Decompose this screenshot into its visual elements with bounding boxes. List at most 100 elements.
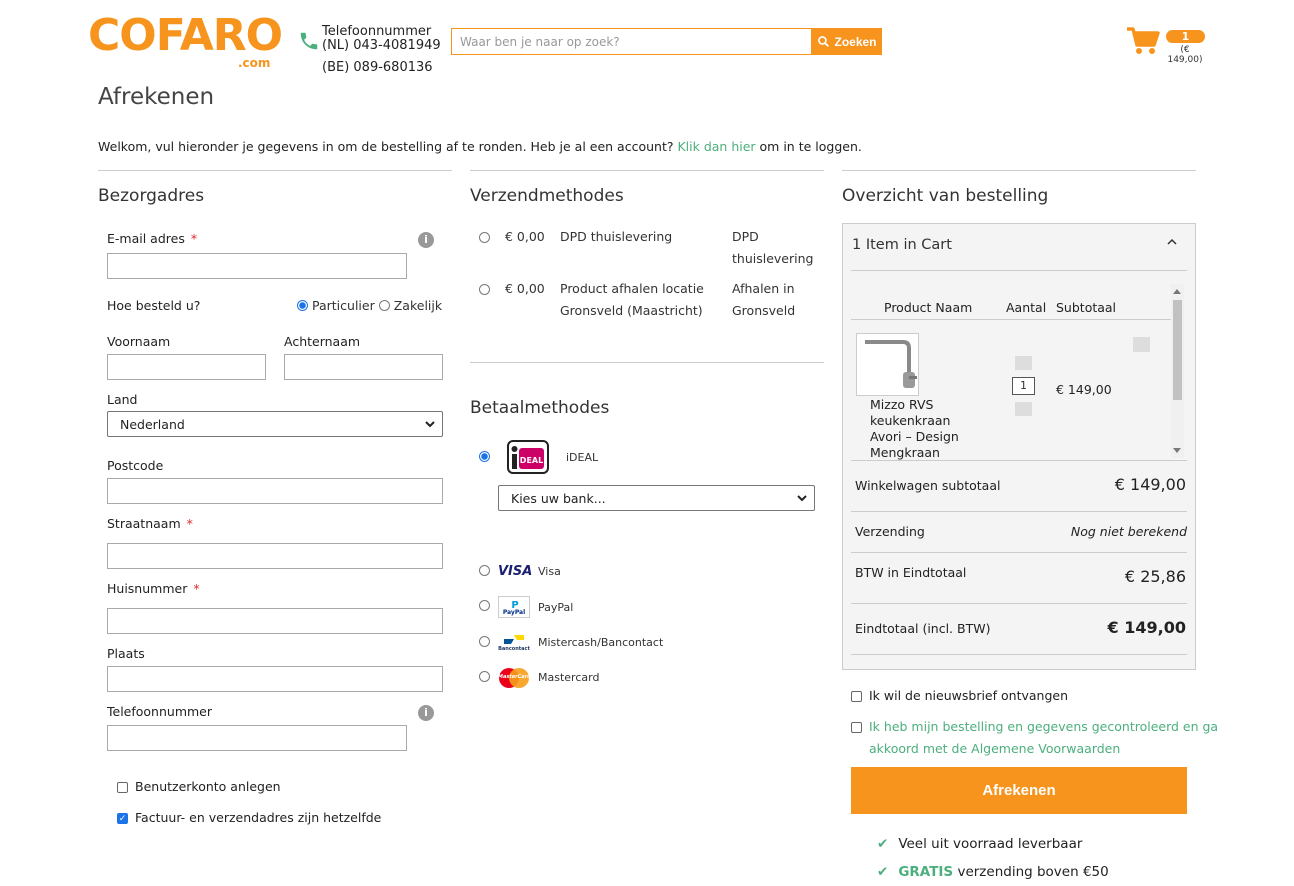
svg-text:DEAL: DEAL (520, 456, 543, 465)
search-button-label: Zoeken (834, 34, 877, 49)
newsletter-label[interactable]: Ik wil de nieuwsbrief ontvangen (869, 688, 1068, 703)
payment-bancontact-label[interactable]: Mistercash/Bancontact (538, 636, 663, 649)
same-address-checkbox[interactable]: ✓ (117, 813, 128, 824)
order-type-business-radio[interactable] (378, 300, 390, 311)
divider (851, 460, 1187, 461)
total-label: Eindtotaal (incl. BTW) (855, 621, 991, 636)
order-type-private-label[interactable]: Particulier (312, 298, 375, 313)
firstname-field[interactable] (107, 354, 266, 380)
phone-icon (300, 32, 318, 50)
scrollbar-thumb[interactable] (1173, 300, 1182, 400)
shipping-dpd-name: DPD thuislevering (560, 229, 673, 244)
phone-be[interactable]: (BE) 089-680136 (322, 60, 433, 75)
payment-mastercard-radio[interactable] (479, 671, 490, 682)
total-value: € 149,00 (1107, 618, 1186, 637)
vat-label: BTW in Eindtotaal (855, 565, 967, 580)
divider (851, 511, 1187, 512)
payment-mastercard-label[interactable]: Mastercard (538, 671, 599, 684)
welcome-text: Welkom, vul hieronder je gegevens in om … (98, 139, 862, 154)
create-account-label[interactable]: Benutzerkonto anlegen (135, 779, 281, 794)
payment-ideal-radio[interactable] (479, 451, 490, 462)
product-name[interactable]: Mizzo RVS keukenkraan Avori – Design Men… (870, 397, 959, 461)
divider (851, 603, 1187, 604)
payment-paypal-radio[interactable] (479, 600, 490, 611)
search-button[interactable]: Zoeken (812, 28, 882, 55)
cart-count-badge[interactable]: 1 (1166, 30, 1205, 43)
cart-total: (€ 149,00) (1167, 45, 1203, 65)
scroll-up-icon[interactable] (1173, 288, 1181, 294)
scroll-down-icon[interactable] (1173, 448, 1181, 454)
product-subtotal: € 149,00 (1056, 382, 1112, 397)
newsletter-checkbox[interactable] (851, 691, 862, 702)
divider (851, 654, 1187, 655)
divider (851, 552, 1187, 553)
col-subtotal: Subtotaal (1056, 300, 1117, 315)
payment-ideal-label[interactable]: iDEAL (566, 451, 598, 464)
phone-field[interactable] (107, 725, 407, 751)
divider (98, 170, 452, 171)
terms-label[interactable]: Ik heb mijn bestelling en gegevens gecon… (869, 716, 1218, 760)
email-field[interactable] (107, 253, 407, 279)
welcome-pre: Welkom, vul hieronder je gegevens in om … (98, 139, 674, 154)
chevron-up-icon[interactable] (1166, 236, 1178, 248)
search-icon (818, 36, 830, 47)
shipping-pickup-carrier: Afhalen in Gronsveld (732, 281, 796, 318)
country-value: Nederland (120, 417, 185, 432)
items-in-cart[interactable]: 1 Item in Cart (852, 237, 952, 253)
city-field[interactable] (107, 666, 443, 692)
svg-text:P: P (511, 600, 518, 609)
terms-checkbox[interactable] (851, 722, 862, 733)
check-icon: ✔ (877, 836, 889, 852)
lastname-field[interactable] (284, 354, 443, 380)
welcome-post: om in te loggen. (759, 139, 862, 154)
divider (842, 170, 1196, 171)
country-select[interactable]: Nederland (107, 411, 443, 437)
shipping-pickup-price: € 0,00 (505, 281, 545, 296)
qty-increase-button[interactable] (1015, 356, 1032, 370)
bank-select-value: Kies uw bank... (511, 491, 606, 506)
divider (470, 362, 824, 363)
cart-icon[interactable] (1126, 26, 1160, 56)
order-type-private-radio[interactable] (297, 300, 308, 311)
payment-bancontact-radio[interactable] (479, 636, 490, 647)
payment-paypal-label[interactable]: PayPal (538, 601, 573, 614)
address-title: Bezorgadres (98, 186, 205, 206)
login-link[interactable]: Klik dan hier (677, 139, 755, 154)
order-type-group: Particulier Zakelijk (297, 298, 442, 313)
checkout-button[interactable]: Afrekenen (851, 767, 1187, 814)
logo-com: .com (238, 56, 271, 70)
qty-decrease-button[interactable] (1015, 402, 1032, 416)
divider (851, 270, 1187, 271)
phone-info-icon[interactable]: i (418, 705, 434, 721)
street-field[interactable] (107, 543, 443, 569)
divider (470, 170, 824, 171)
country-label: Land (107, 392, 138, 407)
postcode-field[interactable] (107, 478, 443, 504)
shipping-pickup-name: Product afhalen locatie Gronsveld (Maast… (560, 281, 704, 318)
email-info-icon[interactable]: i (418, 232, 434, 248)
order-type-business-label[interactable]: Zakelijk (394, 298, 442, 313)
payment-visa-label[interactable]: Visa (538, 565, 561, 578)
bank-select[interactable]: Kies uw bank... (498, 485, 815, 511)
lastname-label: Achternaam (284, 334, 361, 349)
col-product-name: Product Naam (884, 300, 973, 315)
cofaro-logo[interactable]: COFARO .com (88, 14, 283, 74)
usp-shipping: ✔ GRATIS verzending boven €50 (877, 864, 1109, 880)
qty-input[interactable]: 1 (1012, 377, 1035, 395)
phone-block: Telefoonnummer (NL) 043-4081949 (322, 25, 441, 53)
phone-label: Telefoonnummer (322, 24, 432, 39)
shipping-pickup-radio[interactable] (479, 284, 490, 295)
col-qty: Aantal (1006, 300, 1047, 315)
shipping-dpd-radio[interactable] (479, 232, 490, 243)
same-address-label[interactable]: Factuur- en verzendadres zijn hetzelfde (135, 810, 381, 825)
housenumber-field[interactable] (107, 608, 443, 634)
create-account-checkbox[interactable] (117, 782, 128, 793)
product-thumbnail[interactable] (856, 333, 919, 396)
search-input[interactable]: Waar ben je naar op zoek? (451, 28, 812, 55)
payment-visa-radio[interactable] (479, 565, 490, 576)
phone-nl[interactable]: (NL) 043-4081949 (322, 39, 441, 53)
usp-stock: ✔ Veel uit voorraad leverbaar (877, 836, 1083, 852)
order-type-label: Hoe besteld u? (107, 298, 201, 313)
street-label: Straatnaam * (107, 516, 193, 531)
remove-item-button[interactable] (1133, 337, 1150, 352)
